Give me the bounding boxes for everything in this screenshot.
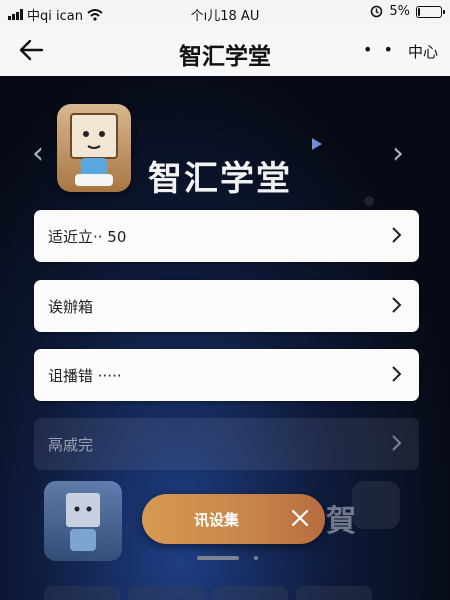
play-icon[interactable] [312, 138, 322, 150]
chevron-right-icon [392, 435, 402, 451]
status-bar: 中qi ican 个ı儿18 AU 5% [0, 0, 450, 26]
menu-item-1[interactable]: 适近立·· 50 [34, 210, 419, 262]
more-menu-button[interactable]: • • [363, 40, 396, 59]
app-hero: ‹ 智汇学堂 › [0, 96, 450, 206]
strip-tab [44, 586, 120, 600]
ghost-label: 賀 [326, 504, 356, 539]
menu-item-4[interactable]: 鬲戚完 [34, 418, 419, 470]
close-icon[interactable] [289, 507, 311, 529]
menu-item-label: 诅播错 ····· [48, 367, 122, 385]
menu-item-label: 适近立·· 50 [48, 228, 127, 246]
page-indicator-dot [254, 556, 258, 560]
alarm-icon [371, 5, 383, 18]
chevron-right-icon [392, 366, 402, 382]
thumbnail-placeholder [352, 481, 400, 529]
robot-mascot-icon [66, 493, 100, 551]
app-icon [57, 104, 131, 192]
main-content: ‹ 智汇学堂 › 适近立·· 50 诶辦箱 诅播错 ····· 鬲戚完 賀 讯设… [0, 76, 450, 600]
strip-tab [296, 586, 372, 600]
robot-mascot-icon [70, 113, 118, 186]
prev-chevron-icon[interactable]: ‹ [32, 136, 44, 171]
app-thumbnail[interactable] [44, 481, 122, 561]
menu-item-2[interactable]: 诶辦箱 [34, 280, 419, 332]
menu-item-label: 鬲戚完 [48, 436, 94, 454]
menu-item-3[interactable]: 诅播错 ····· [34, 349, 419, 401]
status-right: 5% [370, 4, 445, 19]
battery-percent: 5% [389, 4, 410, 19]
strip-tab [212, 586, 288, 600]
strip-tab [128, 586, 204, 600]
promo-label: 讯设集 [194, 511, 240, 529]
center-button[interactable]: 中心 [408, 41, 438, 62]
battery-icon [416, 5, 445, 18]
promo-pill[interactable]: 讯设集 [142, 494, 325, 544]
chevron-right-icon [392, 227, 402, 243]
menu-item-label: 诶辦箱 [48, 298, 94, 316]
bottom-strip [0, 586, 450, 600]
next-chevron-icon[interactable]: › [392, 136, 404, 171]
app-name: 智汇学堂 [148, 159, 292, 199]
chevron-right-icon [392, 297, 402, 313]
decorative-dot [364, 196, 374, 206]
page-indicator-active [197, 556, 239, 560]
navigation-bar: 智汇学堂 • • 中心 [0, 26, 450, 76]
